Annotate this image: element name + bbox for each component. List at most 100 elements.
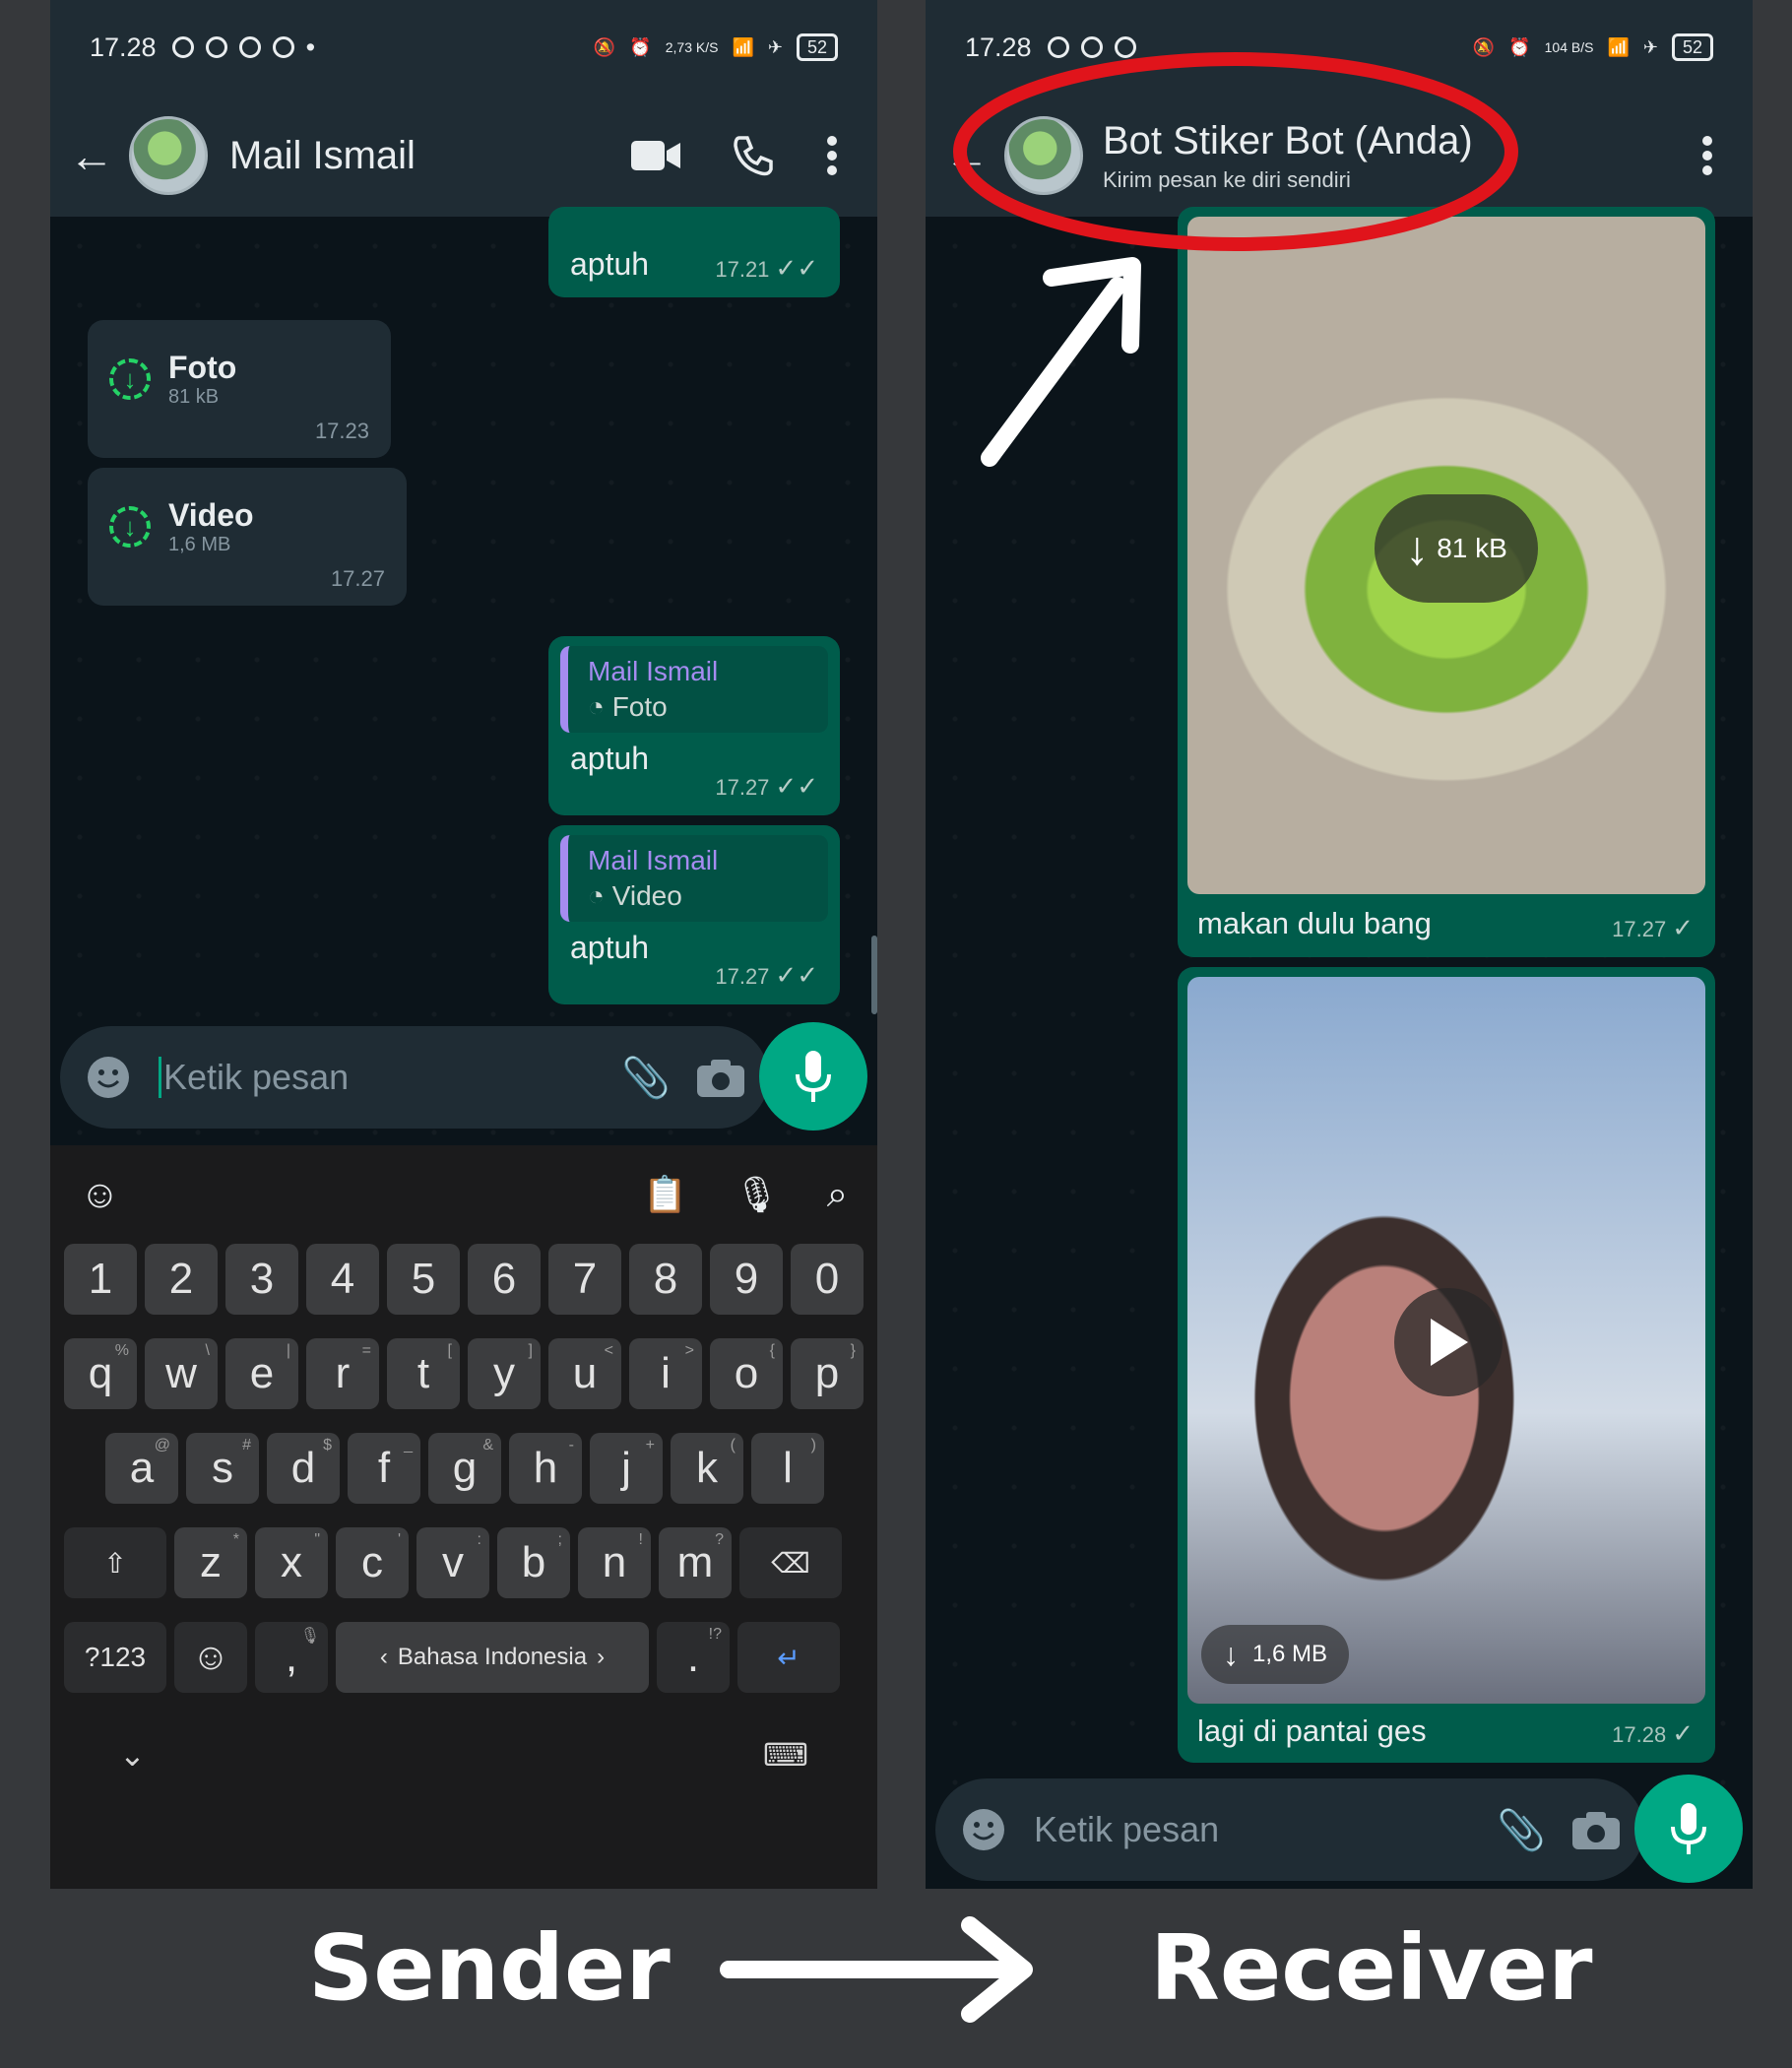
photo-message[interactable]: ↓ 81 kB makan dulu bang 17.27 ✓ <box>1178 207 1715 957</box>
message-input[interactable]: Ketik pesan <box>1034 1809 1471 1850</box>
letter-key-y[interactable]: ] y <box>468 1338 541 1409</box>
letter-key-l[interactable]: ) l <box>751 1433 824 1504</box>
quoted-message[interactable]: Mail Ismail ◔ Foto <box>560 646 828 733</box>
letter-key-d[interactable]: $ d <box>267 1433 340 1504</box>
emoji-icon[interactable] <box>84 1053 133 1102</box>
clipboard-icon[interactable]: 📋 <box>643 1174 687 1215</box>
camera-icon[interactable] <box>696 1053 745 1102</box>
letter-key-h[interactable]: -h <box>509 1433 582 1504</box>
letter-key-q[interactable]: % q <box>64 1338 137 1409</box>
letter-key-e[interactable]: | e <box>225 1338 298 1409</box>
letter-key-r[interactable]: = r <box>306 1338 379 1409</box>
letter-key-m[interactable]: ? m <box>659 1527 732 1598</box>
message-bubble[interactable]: aptuh 17.21 ✓✓ <box>548 207 840 297</box>
letter-key-x[interactable]: " x <box>255 1527 328 1598</box>
contact-name[interactable]: Mail Ismail <box>229 134 416 178</box>
search-icon[interactable]: ⌕ <box>827 1174 848 1216</box>
message-input[interactable]: Ketik pesan <box>159 1057 596 1098</box>
number-key-8[interactable]: 8 <box>629 1244 702 1315</box>
sticker-icon[interactable]: ☺ <box>80 1173 120 1217</box>
symbols-key[interactable]: ?123 <box>64 1622 166 1693</box>
avatar[interactable] <box>1004 116 1083 195</box>
letter-key-n[interactable]: ! n <box>578 1527 651 1598</box>
photo-download-button[interactable]: ↓ 81 kB <box>1375 494 1538 603</box>
download-icon[interactable]: ↓ <box>109 506 151 548</box>
view-once-icon: ◔ <box>588 691 612 722</box>
phone-call-icon[interactable] <box>732 134 775 177</box>
key-hint: > <box>684 1342 694 1359</box>
back-arrow-icon[interactable]: ← <box>68 129 115 182</box>
letter-key-f[interactable]: _ f <box>348 1433 420 1504</box>
emoji-key[interactable]: ☺ <box>174 1622 247 1693</box>
video-message[interactable]: ↓ 1,6 MB lagi di pantai ges 17.28 ✓ <box>1178 967 1715 1763</box>
hide-keyboard-icon[interactable]: ⌄ <box>119 1736 146 1774</box>
letter-key-c[interactable]: ' c <box>336 1527 409 1598</box>
letter-key-g[interactable]: & g <box>428 1433 501 1504</box>
keyboard-switch-icon[interactable]: ⌨ <box>763 1736 808 1774</box>
letter-key-p[interactable]: } p <box>791 1338 864 1409</box>
voice-message-button[interactable] <box>759 1022 867 1131</box>
video-download-chip[interactable]: ↓ 1,6 MB <box>1201 1625 1350 1684</box>
number-key-2[interactable]: 2 <box>145 1244 218 1315</box>
period-key[interactable]: !?. <box>657 1622 730 1693</box>
letter-key-u[interactable]: < u <box>548 1338 621 1409</box>
attach-icon[interactable]: 📎 <box>621 1053 671 1102</box>
key-hint: ' <box>397 1531 401 1548</box>
play-button[interactable] <box>1394 1288 1503 1396</box>
photo-size: 81 kB <box>1437 533 1507 563</box>
backspace-key[interactable]: ⌫ <box>739 1527 842 1598</box>
letter-key-j[interactable]: + j <box>590 1433 663 1504</box>
voice-input-icon[interactable]: 🎙 <box>735 1174 780 1215</box>
key-label: 2 <box>168 1255 194 1303</box>
more-options-icon[interactable] <box>1701 135 1713 176</box>
reply-message[interactable]: Mail Ismail ◔ Video aptuh 17.27 ✓✓ <box>548 825 840 1004</box>
letter-key-o[interactable]: {o <box>710 1338 783 1409</box>
file-size: 1,6 MB <box>168 534 231 555</box>
quote-sender: Mail Ismail <box>588 656 719 686</box>
letter-key-i[interactable]: > i <box>629 1338 702 1409</box>
letter-key-z[interactable]: * z <box>174 1527 247 1598</box>
keyboard-toolbar: ☺ 📋 🎙 ⌕ <box>50 1145 877 1244</box>
contact-info[interactable]: Bot Stiker Bot (Anda) Kirim pesan ke dir… <box>1103 119 1473 193</box>
letter-key-w[interactable]: \ w <box>145 1338 218 1409</box>
key-label: x <box>281 1538 302 1586</box>
letter-key-s[interactable]: # s <box>186 1433 259 1504</box>
letter-key-b[interactable]: ; b <box>497 1527 570 1598</box>
download-arrow-icon: ↓ <box>1405 522 1430 575</box>
number-key-4[interactable]: 4 <box>306 1244 379 1315</box>
number-key-1[interactable]: 1 <box>64 1244 137 1315</box>
blurred-video-thumbnail[interactable]: ↓ 1,6 MB <box>1187 977 1705 1704</box>
voice-message-button[interactable] <box>1634 1775 1743 1883</box>
chat-area[interactable]: ↓ 81 kB makan dulu bang 17.27✓ ↓ 1,6 MB <box>926 207 1753 1889</box>
quoted-message[interactable]: Mail Ismail ◔ Video <box>560 835 828 922</box>
comma-key[interactable]: 🎙, <box>255 1622 328 1693</box>
shift-key[interactable]: ⇧ <box>64 1527 166 1598</box>
file-message[interactable]: ↓ Foto 81 kB 17.23 <box>88 320 391 458</box>
number-key-3[interactable]: 3 <box>225 1244 298 1315</box>
more-options-icon[interactable] <box>826 135 838 176</box>
letter-key-t[interactable]: [t <box>387 1338 460 1409</box>
avatar[interactable] <box>129 116 208 195</box>
scrollbar[interactable] <box>871 936 877 1014</box>
letter-key-v[interactable]: :v <box>416 1527 489 1598</box>
number-key-9[interactable]: 9 <box>710 1244 783 1315</box>
video-call-icon[interactable] <box>631 139 680 172</box>
number-key-0[interactable]: 0 <box>791 1244 864 1315</box>
attach-icon[interactable]: 📎 <box>1497 1805 1546 1854</box>
blurred-photo[interactable]: ↓ 81 kB <box>1187 217 1705 894</box>
key-label: l <box>783 1444 793 1492</box>
download-icon[interactable]: ↓ <box>109 358 151 400</box>
camera-icon[interactable] <box>1571 1805 1621 1854</box>
number-key-7[interactable]: 7 <box>548 1244 621 1315</box>
emoji-icon[interactable] <box>959 1805 1008 1854</box>
back-arrow-icon[interactable]: ← <box>943 129 991 182</box>
number-key-6[interactable]: 6 <box>468 1244 541 1315</box>
letter-key-a[interactable]: @ a <box>105 1433 178 1504</box>
number-key-5[interactable]: 5 <box>387 1244 460 1315</box>
enter-key[interactable]: ↵ <box>737 1622 840 1693</box>
file-message[interactable]: ↓ Video 1,6 MB 17.27 <box>88 468 407 606</box>
reply-message[interactable]: Mail Ismail ◔ Foto aptuh 17.27 ✓✓ <box>548 636 840 815</box>
letter-key-k[interactable]: (k <box>671 1433 743 1504</box>
key-hint: ? <box>715 1531 724 1548</box>
space-key[interactable]: ‹ Bahasa Indonesia › <box>336 1622 649 1693</box>
